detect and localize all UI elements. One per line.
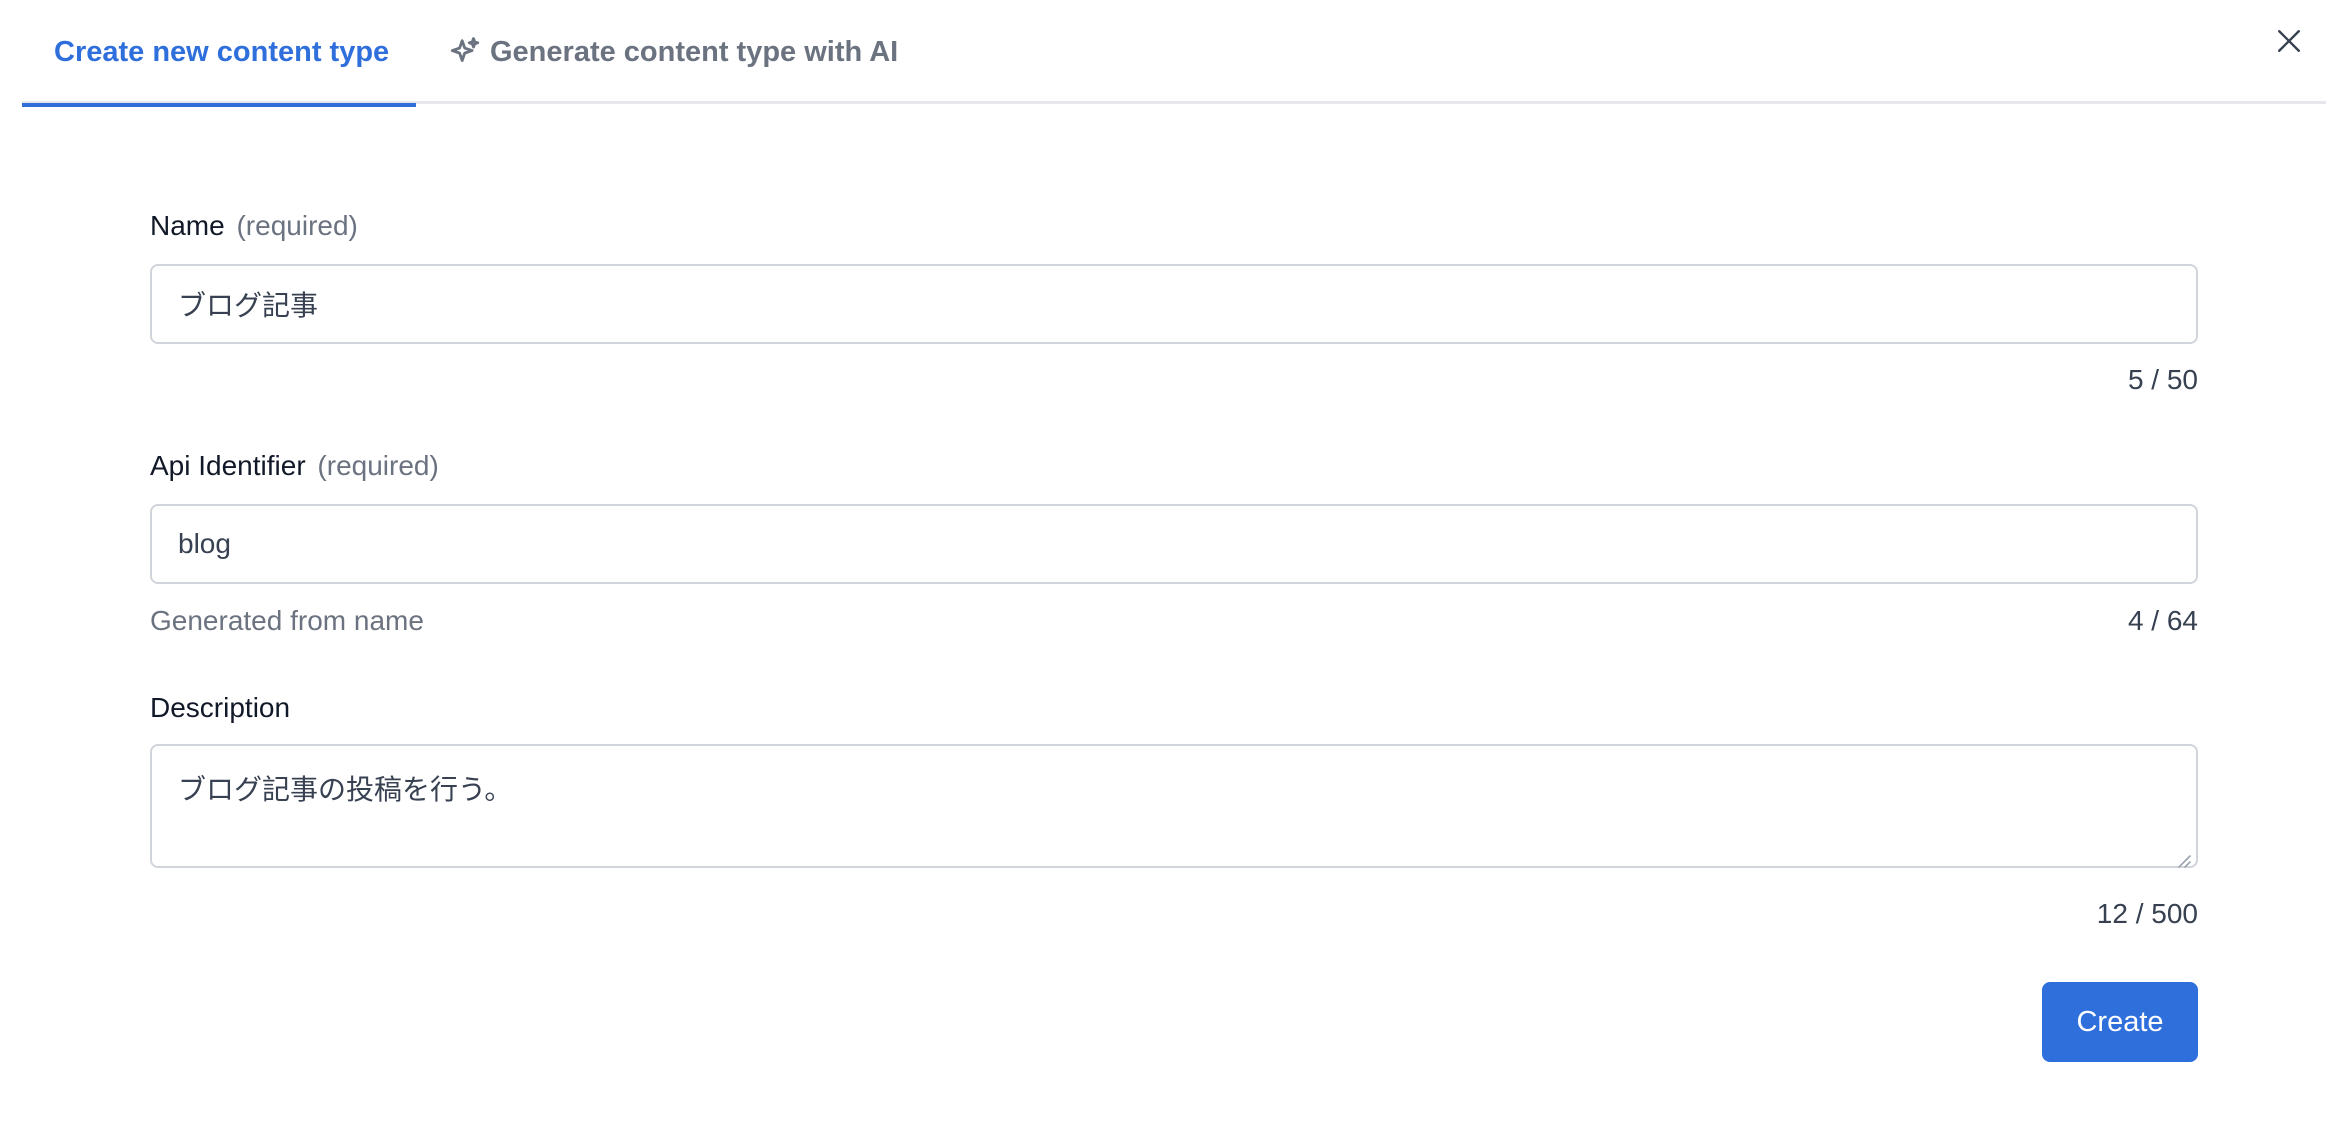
sparkles-icon — [448, 35, 482, 69]
name-label-text: Name — [150, 210, 225, 241]
close-icon[interactable] — [2272, 24, 2306, 58]
description-label: Description — [150, 692, 290, 724]
description-textarea[interactable]: ブログ記事の投稿を行う。 — [150, 744, 2198, 868]
api-identifier-input-value: blog — [178, 528, 231, 559]
name-required-tag: (required) — [236, 210, 358, 241]
description-char-counter: 12 / 500 — [2096, 898, 2198, 929]
name-input[interactable]: ブログ記事 — [150, 264, 2198, 344]
tab-ai-label: Generate content type with AI — [490, 35, 899, 68]
tab-create-label: Create new content type — [54, 35, 390, 68]
description-label-text: Description — [150, 692, 291, 723]
tab-create-new-content-type[interactable]: Create new content type — [22, 0, 416, 107]
api-identifier-label: Api Identifier (required) — [150, 450, 439, 482]
api-identifier-hint: Generated from name — [150, 605, 424, 636]
api-identifier-input[interactable]: blog — [150, 504, 2198, 584]
name-char-counter: 5 / 50 — [2127, 364, 2198, 395]
api-identifier-label-text: Api Identifier — [150, 450, 306, 481]
tab-generate-with-ai[interactable]: Generate content type with AI — [448, 0, 898, 104]
tab-bar: Create new content type Generate content… — [22, 0, 2326, 107]
create-button[interactable]: Create — [2042, 982, 2198, 1062]
resize-handle-icon[interactable] — [2174, 844, 2192, 868]
description-textarea-value: ブログ記事の投稿を行う。 — [178, 774, 513, 805]
name-label: Name (required) — [150, 210, 358, 242]
create-content-type-dialog: Create new content type Generate content… — [0, 0, 2352, 1126]
name-input-value: ブログ記事 — [178, 290, 319, 321]
api-identifier-required-tag: (required) — [317, 450, 439, 481]
api-identifier-char-counter: 4 / 64 — [2127, 605, 2198, 636]
